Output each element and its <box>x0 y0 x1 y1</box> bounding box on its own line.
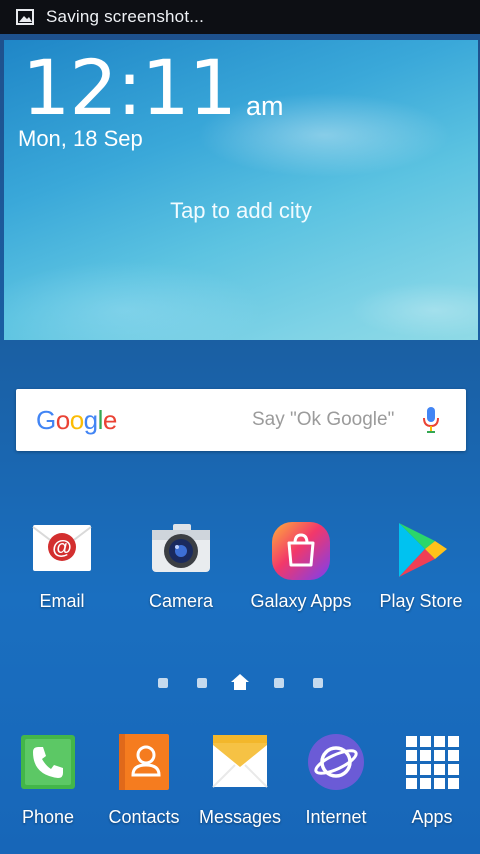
dock-label: Internet <box>305 807 367 827</box>
messages-icon <box>211 733 269 791</box>
app-play-store[interactable]: Play Store <box>361 521 480 612</box>
app-label: Play Store <box>379 591 463 611</box>
page-dot[interactable] <box>158 678 168 688</box>
apps-grid-icon <box>403 733 461 791</box>
search-hint: Say "Ok Google" <box>252 409 395 430</box>
page-dot[interactable] <box>274 678 284 688</box>
app-camera[interactable]: Camera <box>121 521 241 612</box>
app-email[interactable]: @ Email <box>2 521 122 612</box>
add-city-prompt[interactable]: Tap to add city <box>4 198 478 224</box>
email-icon: @ <box>32 521 92 581</box>
phone-icon <box>19 733 77 791</box>
app-label: Email <box>39 591 85 611</box>
google-search-bar[interactable]: Google Say "Ok Google" <box>16 389 466 451</box>
dock-phone[interactable]: Phone <box>0 733 96 828</box>
clock-ampm: am <box>246 91 284 121</box>
dock-internet[interactable]: Internet <box>288 733 384 828</box>
page-dot[interactable] <box>313 678 323 688</box>
weather-clock-widget[interactable]: 12:11 am Mon, 18 Sep Tap to add city <box>4 40 478 340</box>
dock-label: Messages <box>198 807 282 827</box>
svg-text:@: @ <box>52 537 72 559</box>
clock-time: 12:11 <box>22 43 237 132</box>
app-label: Galaxy Apps <box>250 591 352 611</box>
dock-apps[interactable]: Apps <box>384 733 480 828</box>
camera-icon <box>151 521 211 581</box>
galaxy-apps-icon <box>271 521 331 581</box>
app-galaxy-apps[interactable]: Galaxy Apps <box>241 521 361 612</box>
status-bar: Saving screenshot... <box>0 0 480 34</box>
screenshot-icon <box>16 9 34 25</box>
status-notification-text: Saving screenshot... <box>46 7 205 26</box>
contacts-icon <box>115 733 173 791</box>
app-label: Camera <box>148 591 214 611</box>
clock[interactable]: 12:11 am <box>22 50 284 126</box>
dock-contacts[interactable]: Contacts <box>96 733 192 828</box>
date-label: Mon, 18 Sep <box>18 126 143 151</box>
play-store-icon <box>391 521 451 581</box>
home-page-icon[interactable] <box>231 674 249 690</box>
google-logo: Google <box>36 404 117 435</box>
page-indicator <box>0 673 480 693</box>
dock-messages[interactable]: Messages <box>192 733 288 828</box>
page-dot[interactable] <box>197 678 207 688</box>
dock-label: Apps <box>411 807 453 827</box>
microphone-icon[interactable] <box>422 406 440 434</box>
internet-icon <box>307 733 365 791</box>
dock-label: Phone <box>21 807 75 827</box>
dock-label: Contacts <box>108 807 180 827</box>
